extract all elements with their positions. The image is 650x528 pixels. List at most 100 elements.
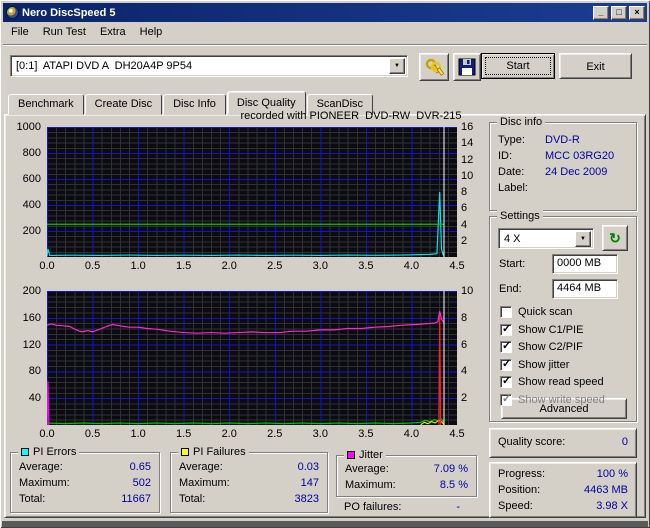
start-button[interactable]: Start bbox=[481, 53, 555, 79]
minimize-icon[interactable]: _ bbox=[593, 5, 609, 20]
checked-checkbox-icon[interactable]: ✓ bbox=[500, 340, 512, 353]
app-window: Nero DiscSpeed 5 _ □ × File Run Test Extra… bbox=[0, 0, 650, 528]
po-failures-label: PO failures: bbox=[344, 501, 402, 513]
tab-create-disc[interactable]: Create Disc bbox=[84, 94, 163, 115]
settings-legend: Settings bbox=[497, 210, 543, 222]
axis-tick-label: 0.5 bbox=[84, 260, 101, 272]
end-field-label: End: bbox=[499, 283, 522, 295]
pi-errors-legend: PI Errors bbox=[33, 446, 77, 458]
axis-tick-label: 6 bbox=[461, 202, 468, 215]
axis-tick-label: 3.5 bbox=[358, 260, 374, 272]
axis-tick-label: 1.5 bbox=[176, 428, 192, 440]
menu-item-file[interactable]: File bbox=[4, 24, 36, 42]
chevron-down-icon[interactable]: ▼ bbox=[389, 58, 405, 74]
quality-score-value: 0 bbox=[621, 436, 628, 448]
app-icon bbox=[6, 6, 19, 19]
row-value: 0.03 bbox=[297, 461, 319, 473]
checkbox-label: Quick scan bbox=[518, 306, 573, 318]
speed-pie-chart: 1000 800 600 400 200 16 14 12 10 8 6 4 2 0.0 0.5 1.0 1.5… bbox=[10, 121, 488, 274]
quality-score-label: Quality score: bbox=[498, 436, 566, 448]
end-field[interactable]: 4464 MB bbox=[552, 279, 618, 299]
menu-item-help[interactable]: Help bbox=[133, 24, 170, 42]
row-value: 100 % bbox=[596, 468, 628, 480]
row-label: Position: bbox=[498, 484, 541, 496]
options-button[interactable] bbox=[419, 53, 449, 81]
row-label: Maximum: bbox=[345, 479, 396, 491]
axis-tick-label: 2.5 bbox=[267, 428, 283, 440]
axis-tick-label: 4 bbox=[461, 218, 468, 231]
axis-tick-label: 10 bbox=[461, 169, 474, 182]
row-value: 24 Dec 2009 bbox=[545, 166, 608, 178]
po-failures-row: PO failures: - bbox=[336, 499, 468, 515]
row-value: 8.5 % bbox=[439, 479, 468, 491]
axis-tick-label: 4.5 bbox=[449, 428, 465, 440]
row-label: Total: bbox=[19, 493, 46, 505]
stat-row: Date: 24 Dec 2009 bbox=[490, 164, 636, 180]
row-label: Maximum: bbox=[19, 477, 70, 489]
title-bar: Nero DiscSpeed 5 _ □ × bbox=[3, 3, 647, 22]
scan-speed-value: 4 X bbox=[504, 232, 521, 245]
maximize-icon[interactable]: □ bbox=[611, 5, 627, 20]
exit-button[interactable]: Exit bbox=[559, 53, 632, 79]
row-value: 502 bbox=[132, 477, 151, 489]
axis-tick-label: 0.5 bbox=[84, 428, 101, 440]
start-field[interactable]: 0000 MB bbox=[552, 254, 618, 274]
jitter-color-chip bbox=[347, 451, 355, 459]
drive-select[interactable]: [0:1] ATAPI DVD A DH20A4P 9P54 ▼ bbox=[10, 55, 408, 77]
axis-tick-label: 2 bbox=[461, 234, 468, 247]
po-failures-value: - bbox=[456, 501, 460, 513]
axis-tick-label: 200 bbox=[22, 225, 41, 237]
disc-info-legend: Disc info bbox=[497, 116, 546, 128]
tab-benchmark[interactable]: Benchmark bbox=[8, 94, 84, 115]
axis-tick-label: 40 bbox=[28, 392, 41, 405]
checked-checkbox-icon[interactable]: ✓ bbox=[500, 393, 512, 406]
axis-tick-label: 3.0 bbox=[312, 260, 328, 272]
jitter-group: Jitter Average: 7.09 % Maximum: 8.5 % bbox=[336, 449, 477, 497]
row-label: ID: bbox=[498, 150, 513, 162]
row-value: MCC 03RG20 bbox=[545, 150, 615, 162]
progress-panel: Progress: 100 % Position: 4463 MB Speed: 3.98… bbox=[489, 462, 637, 518]
recorded-with-text: recorded with PIONEER DVD-RW DVR-215 bbox=[240, 110, 462, 122]
checkbox-show-c1-pie[interactable]: ✓ Show C1/PIE bbox=[500, 323, 583, 337]
stat-row: Maximum: 147 bbox=[171, 475, 327, 491]
checkbox-show-c2-pif[interactable]: ✓ Show C2/PIF bbox=[500, 340, 583, 354]
scan-speed-select[interactable]: 4 X ▼ bbox=[498, 228, 594, 249]
checked-checkbox-icon[interactable]: ✓ bbox=[500, 375, 512, 388]
tab-disc-info[interactable]: Disc Info bbox=[163, 94, 226, 115]
disc-info-group: Disc info Type: DVD-R ID: MCC 03RG20 Date: 24… bbox=[489, 116, 637, 211]
checkbox-show-write-speed[interactable]: ✓ Show write speed bbox=[500, 393, 605, 407]
save-button[interactable] bbox=[453, 53, 481, 81]
axis-tick-label: 12 bbox=[461, 153, 474, 166]
checkbox-show-jitter[interactable]: ✓ Show jitter bbox=[500, 358, 569, 372]
floppy-icon bbox=[458, 58, 476, 76]
axis-tick-label: 800 bbox=[22, 147, 41, 159]
checked-checkbox-icon[interactable]: ✓ bbox=[500, 323, 512, 336]
stat-row: Label: bbox=[490, 180, 636, 196]
pi-errors-group: PI Errors Average: 0.65 Maximum: 502 Total: 1… bbox=[10, 446, 160, 513]
checkbox-label: Show read speed bbox=[518, 376, 604, 388]
menu-item-run-test[interactable]: Run Test bbox=[36, 24, 93, 42]
checkbox-quick-scan[interactable]: Quick scan bbox=[500, 305, 572, 319]
keys-icon bbox=[425, 58, 444, 76]
checkbox-label: Show C1/PIE bbox=[518, 323, 584, 336]
stat-row: Position: 4463 MB bbox=[490, 482, 636, 498]
axis-tick-label: 80 bbox=[28, 365, 41, 378]
axis-tick-label: 2.0 bbox=[221, 260, 237, 272]
menu-item-extra[interactable]: Extra bbox=[93, 24, 133, 42]
axis-tick-label: 2.5 bbox=[267, 260, 283, 272]
checkbox-show-read-speed[interactable]: ✓ Show read speed bbox=[500, 375, 604, 389]
axis-tick-label: 600 bbox=[22, 173, 41, 185]
row-label: Average: bbox=[345, 463, 389, 475]
checkbox-label: Show jitter bbox=[518, 358, 570, 371]
pi-failures-color-chip bbox=[181, 448, 189, 456]
unchecked-checkbox-icon[interactable] bbox=[500, 306, 512, 318]
refresh-button[interactable]: ↻ bbox=[602, 225, 628, 251]
checked-checkbox-icon[interactable]: ✓ bbox=[500, 358, 512, 371]
row-value: 4463 MB bbox=[583, 484, 628, 496]
pi-failures-legend: PI Failures bbox=[193, 446, 246, 458]
chevron-down-icon[interactable]: ▼ bbox=[575, 230, 591, 247]
stat-row: Maximum: 502 bbox=[11, 475, 159, 491]
axis-tick-label: 120 bbox=[22, 338, 41, 351]
close-icon[interactable]: × bbox=[629, 5, 645, 20]
axis-tick-label: 200 bbox=[22, 285, 41, 297]
